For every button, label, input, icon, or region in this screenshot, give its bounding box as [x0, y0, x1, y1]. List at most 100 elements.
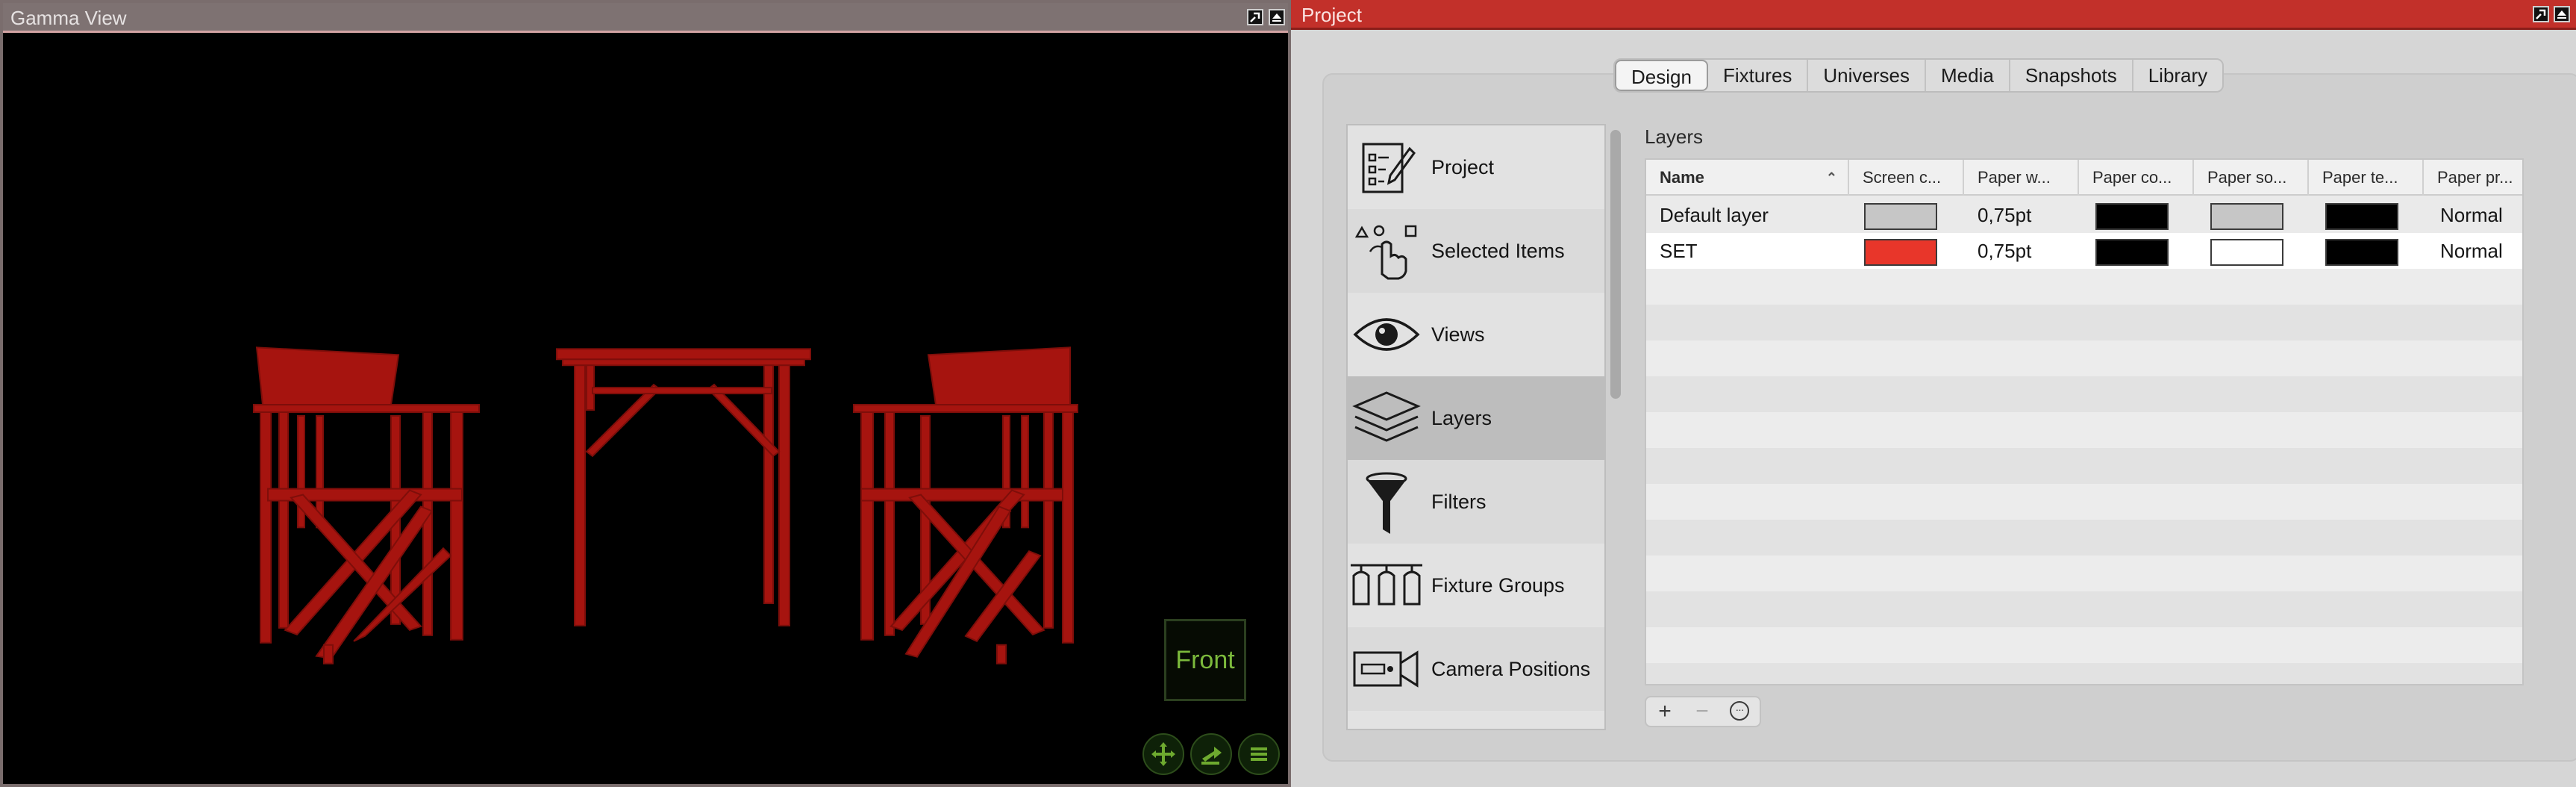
table-row[interactable]: Default layer 0,75pt Normal	[1646, 197, 2522, 233]
tab-snapshots[interactable]: Snapshots	[2010, 60, 2133, 91]
sidebar-scrollbar[interactable]	[1610, 130, 1621, 399]
tab-library[interactable]: Library	[2133, 60, 2222, 91]
paper-solid-swatch[interactable]	[2210, 203, 2283, 230]
empty-row	[1646, 448, 2522, 484]
table	[556, 348, 811, 626]
screen-color-swatch[interactable]	[1864, 203, 1937, 230]
move-icon	[1151, 742, 1175, 766]
empty-row	[1646, 556, 2522, 591]
empty-row	[1646, 484, 2522, 520]
layers-title: Layers	[1645, 125, 1704, 148]
tab-fixtures[interactable]: Fixtures	[1708, 60, 1809, 91]
sort-ascending-icon: ⌃	[1825, 170, 1837, 185]
sidebar-item-label: Filters	[1431, 490, 1486, 513]
add-layer-button[interactable]: +	[1646, 697, 1684, 726]
column-header-paper-color[interactable]: Paper co...	[2079, 160, 2194, 196]
view-menu-button[interactable]	[1238, 733, 1280, 775]
fixture-group-icon	[1348, 548, 1425, 623]
paper-text-swatch[interactable]	[2325, 203, 2398, 230]
pin-icon	[1250, 12, 1260, 22]
pin-icon	[2536, 9, 2546, 19]
ellipsis-icon: ···	[1730, 701, 1749, 721]
empty-row	[1646, 376, 2522, 412]
column-header-paper-solid[interactable]: Paper so...	[2194, 160, 2309, 196]
sidebar-item-project[interactable]: Project	[1348, 125, 1604, 209]
layer-name: Default layer	[1660, 204, 1769, 226]
camera-icon	[1348, 632, 1425, 706]
3d-viewport[interactable]: Front	[3, 35, 1288, 784]
layers-icon	[1348, 381, 1425, 455]
sidebar-item-more[interactable]	[1348, 711, 1604, 729]
view-orientation-badge[interactable]: Front	[1164, 619, 1246, 701]
paper-print-value: Normal	[2440, 240, 2503, 262]
paper-width-value: 0,75pt	[1978, 240, 2032, 262]
paper-text-swatch[interactable]	[2325, 239, 2398, 266]
column-header-name[interactable]: Name ⌃	[1646, 160, 1849, 196]
empty-row	[1646, 305, 2522, 340]
gamma-view-window: Gamma View Front	[0, 0, 1291, 787]
eject-icon	[2557, 10, 2566, 19]
sidebar-item-label: Project	[1431, 155, 1495, 178]
eye-icon	[1348, 297, 1425, 372]
project-titlebar: Project	[1291, 0, 2576, 30]
sidebar-item-label: Views	[1431, 323, 1485, 346]
layers-table: Name ⌃ Screen c... Paper w... Paper co..…	[1645, 158, 2524, 685]
table-row[interactable]: SET 0,75pt Normal	[1646, 233, 2522, 269]
sidebar-item-label: Fixture Groups	[1431, 573, 1565, 597]
scene-render	[253, 346, 1078, 665]
maximize-window-button[interactable]	[2554, 6, 2570, 22]
gamma-view-title: Gamma View	[10, 7, 127, 29]
funnel-icon	[1348, 464, 1425, 539]
partial-icon	[1348, 715, 1425, 729]
empty-row	[1646, 591, 2522, 627]
orbit-icon	[1201, 747, 1222, 765]
chair-left	[253, 346, 480, 665]
maximize-window-button[interactable]	[1269, 9, 1285, 25]
empty-row	[1646, 412, 2522, 448]
project-title: Project	[1301, 4, 1362, 26]
sidebar: Project Selected Items Views Layers Filt…	[1346, 124, 1606, 730]
column-header-paper-text[interactable]: Paper te...	[2309, 160, 2424, 196]
sidebar-item-views[interactable]: Views	[1348, 293, 1604, 376]
paper-color-swatch[interactable]	[2095, 203, 2169, 230]
sidebar-item-label: Camera Positions	[1431, 657, 1591, 680]
eject-icon	[1272, 13, 1281, 22]
pin-window-button[interactable]	[2533, 6, 2549, 22]
orbit-camera-button[interactable]	[1190, 733, 1232, 775]
chair-right	[853, 346, 1078, 665]
table-actions: + − ···	[1645, 696, 1761, 727]
paper-solid-swatch[interactable]	[2210, 239, 2283, 266]
paper-print-value: Normal	[2440, 204, 2503, 226]
screen-color-swatch[interactable]	[1864, 239, 1937, 266]
empty-row	[1646, 520, 2522, 556]
tab-media[interactable]: Media	[1926, 60, 2010, 91]
menu-icon	[1251, 747, 1267, 761]
empty-row	[1646, 269, 2522, 305]
sidebar-item-fixture-groups[interactable]: Fixture Groups	[1348, 544, 1604, 627]
paper-color-swatch[interactable]	[2095, 239, 2169, 266]
paper-width-value: 0,75pt	[1978, 204, 2032, 226]
tab-universes[interactable]: Universes	[1808, 60, 1926, 91]
column-header-paper-print[interactable]: Paper pr...	[2424, 160, 2522, 196]
pin-window-button[interactable]	[1247, 9, 1263, 25]
sidebar-item-filters[interactable]: Filters	[1348, 460, 1604, 544]
column-header-paper-width[interactable]: Paper w...	[1964, 160, 2079, 196]
more-options-button[interactable]: ···	[1721, 697, 1758, 726]
sidebar-item-camera-positions[interactable]: Camera Positions	[1348, 627, 1604, 711]
tab-design[interactable]: Design	[1615, 60, 1708, 91]
empty-row	[1646, 663, 2522, 684]
empty-row	[1646, 340, 2522, 376]
column-header-screen-color[interactable]: Screen c...	[1849, 160, 1964, 196]
project-tabs: Design Fixtures Universes Media Snapshot…	[1613, 58, 2225, 93]
project-window: Project Design Fixtures Universes Media …	[1291, 0, 2576, 787]
sidebar-item-label: Layers	[1431, 406, 1492, 429]
pointer-shapes-icon	[1348, 214, 1425, 288]
remove-layer-button[interactable]: −	[1684, 697, 1721, 726]
move-camera-button[interactable]	[1142, 733, 1184, 775]
sidebar-item-layers[interactable]: Layers	[1348, 376, 1604, 460]
sidebar-item-selected-items[interactable]: Selected Items	[1348, 209, 1604, 293]
empty-row	[1646, 627, 2522, 663]
gamma-view-titlebar: Gamma View	[3, 3, 1288, 33]
table-header: Name ⌃ Screen c... Paper w... Paper co..…	[1646, 160, 2522, 196]
checklist-icon	[1348, 130, 1425, 205]
